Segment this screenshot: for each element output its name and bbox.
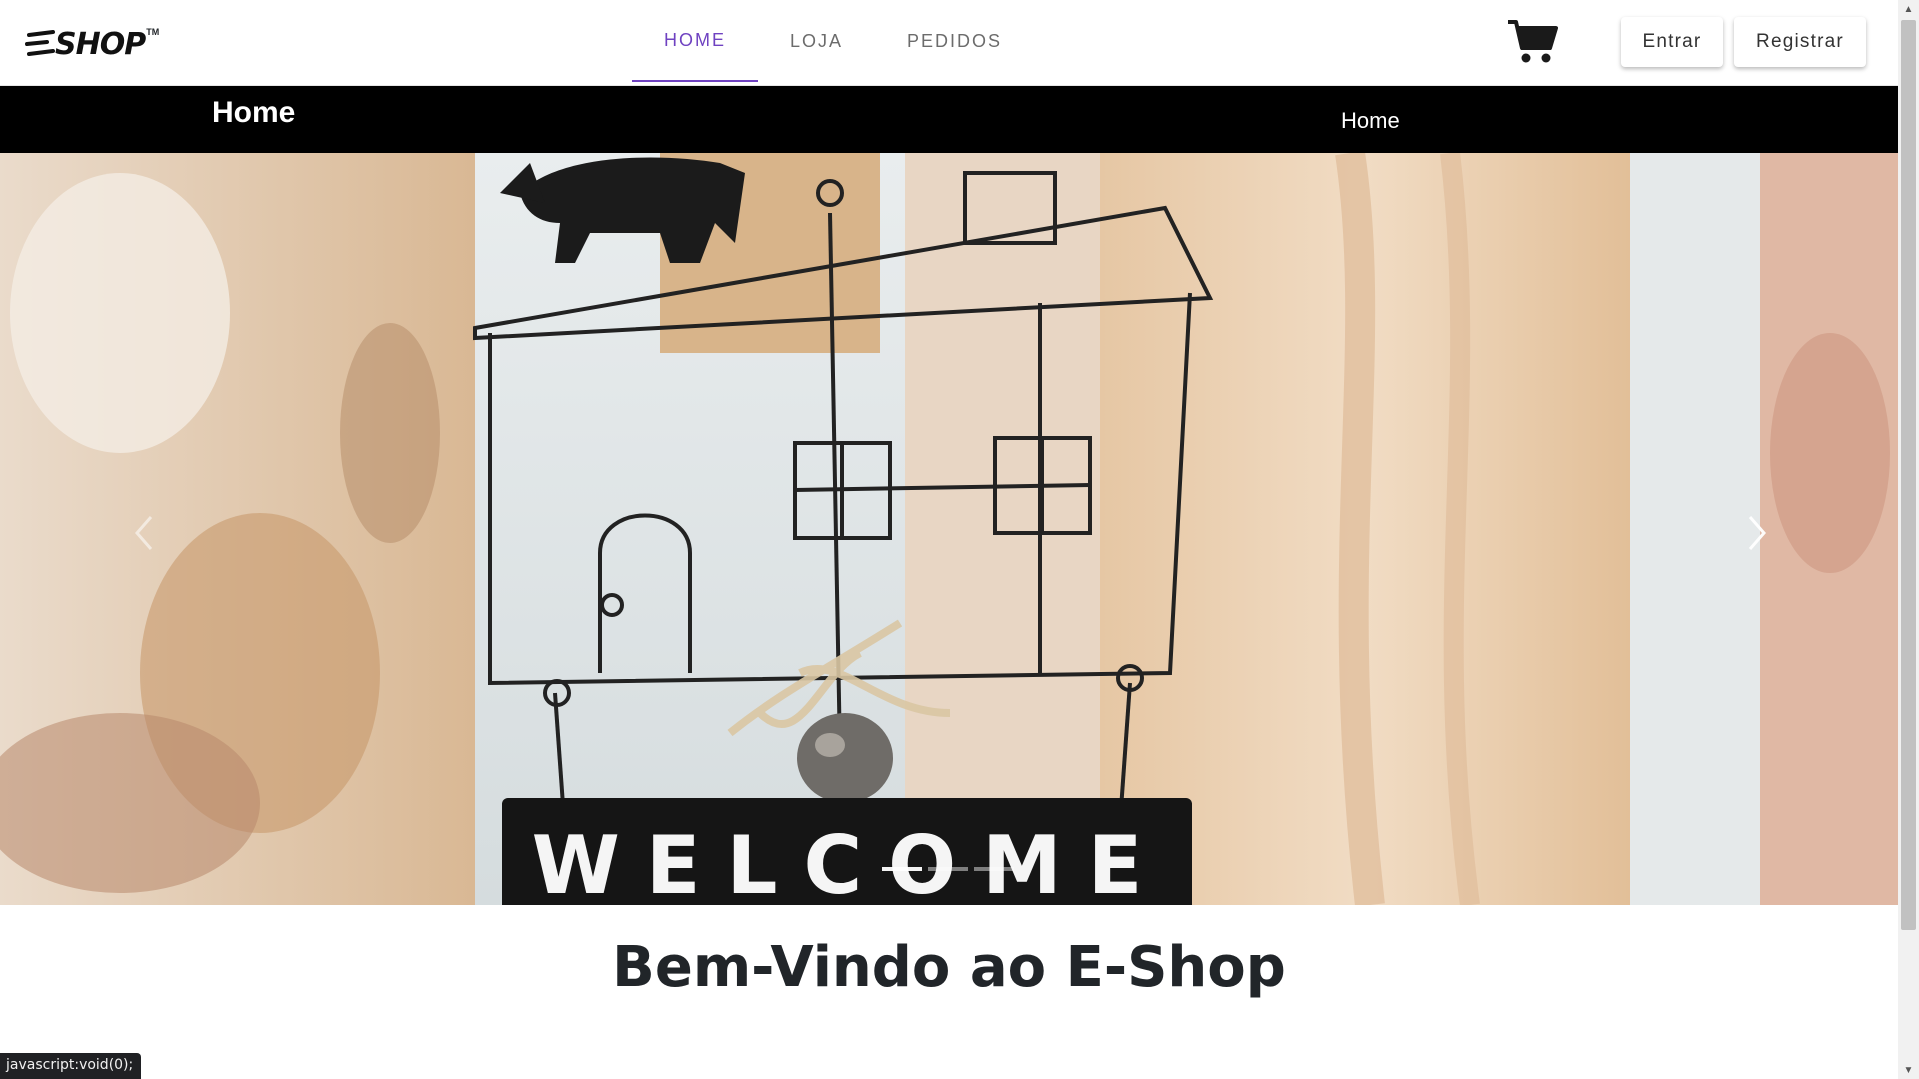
logo-text: SHOP [55, 26, 146, 62]
logo-trademark: TM [146, 27, 160, 37]
register-button[interactable]: Registrar [1734, 17, 1866, 67]
carousel-indicators [882, 867, 1014, 871]
link-status-tooltip: javascript:void(0); [0, 1053, 142, 1079]
carousel-indicator[interactable] [974, 867, 1014, 871]
top-navbar: SHOP TM HOME LOJA PEDIDOS Entrar Registr… [0, 0, 1898, 86]
shopping-cart-icon[interactable] [1506, 18, 1558, 64]
nav-pedidos[interactable]: PEDIDOS [875, 0, 1034, 82]
carousel-slide-image: WELCOME [0, 153, 1898, 905]
chevron-right-icon[interactable] [1736, 503, 1776, 563]
welcome-heading: Bem-Vindo ao E-Shop [612, 935, 1286, 1000]
nav-home[interactable]: HOME [632, 0, 758, 82]
login-button[interactable]: Entrar [1621, 17, 1723, 67]
logo-e-icon [25, 30, 55, 56]
carousel-slide-caption: WELCOME [532, 819, 1169, 905]
eshop-logo[interactable]: SHOP TM [25, 26, 159, 62]
scroll-down-icon[interactable]: ▼ [1898, 1061, 1919, 1079]
scroll-thumb[interactable] [1901, 20, 1916, 930]
chevron-left-icon[interactable] [125, 503, 165, 563]
main-nav: HOME LOJA PEDIDOS [632, 0, 1034, 86]
page-scrollbar[interactable]: ▲ ▼ [1898, 0, 1919, 1079]
nav-loja[interactable]: LOJA [758, 0, 875, 82]
carousel-indicator[interactable] [928, 867, 968, 871]
breadcrumb[interactable]: Home [1341, 108, 1400, 134]
page-title-bar: Home Home [0, 86, 1898, 153]
hero-carousel: WELCOME [0, 153, 1898, 905]
scroll-up-icon[interactable]: ▲ [1898, 0, 1919, 18]
page-title: Home [212, 96, 296, 129]
carousel-indicator[interactable] [882, 867, 922, 871]
